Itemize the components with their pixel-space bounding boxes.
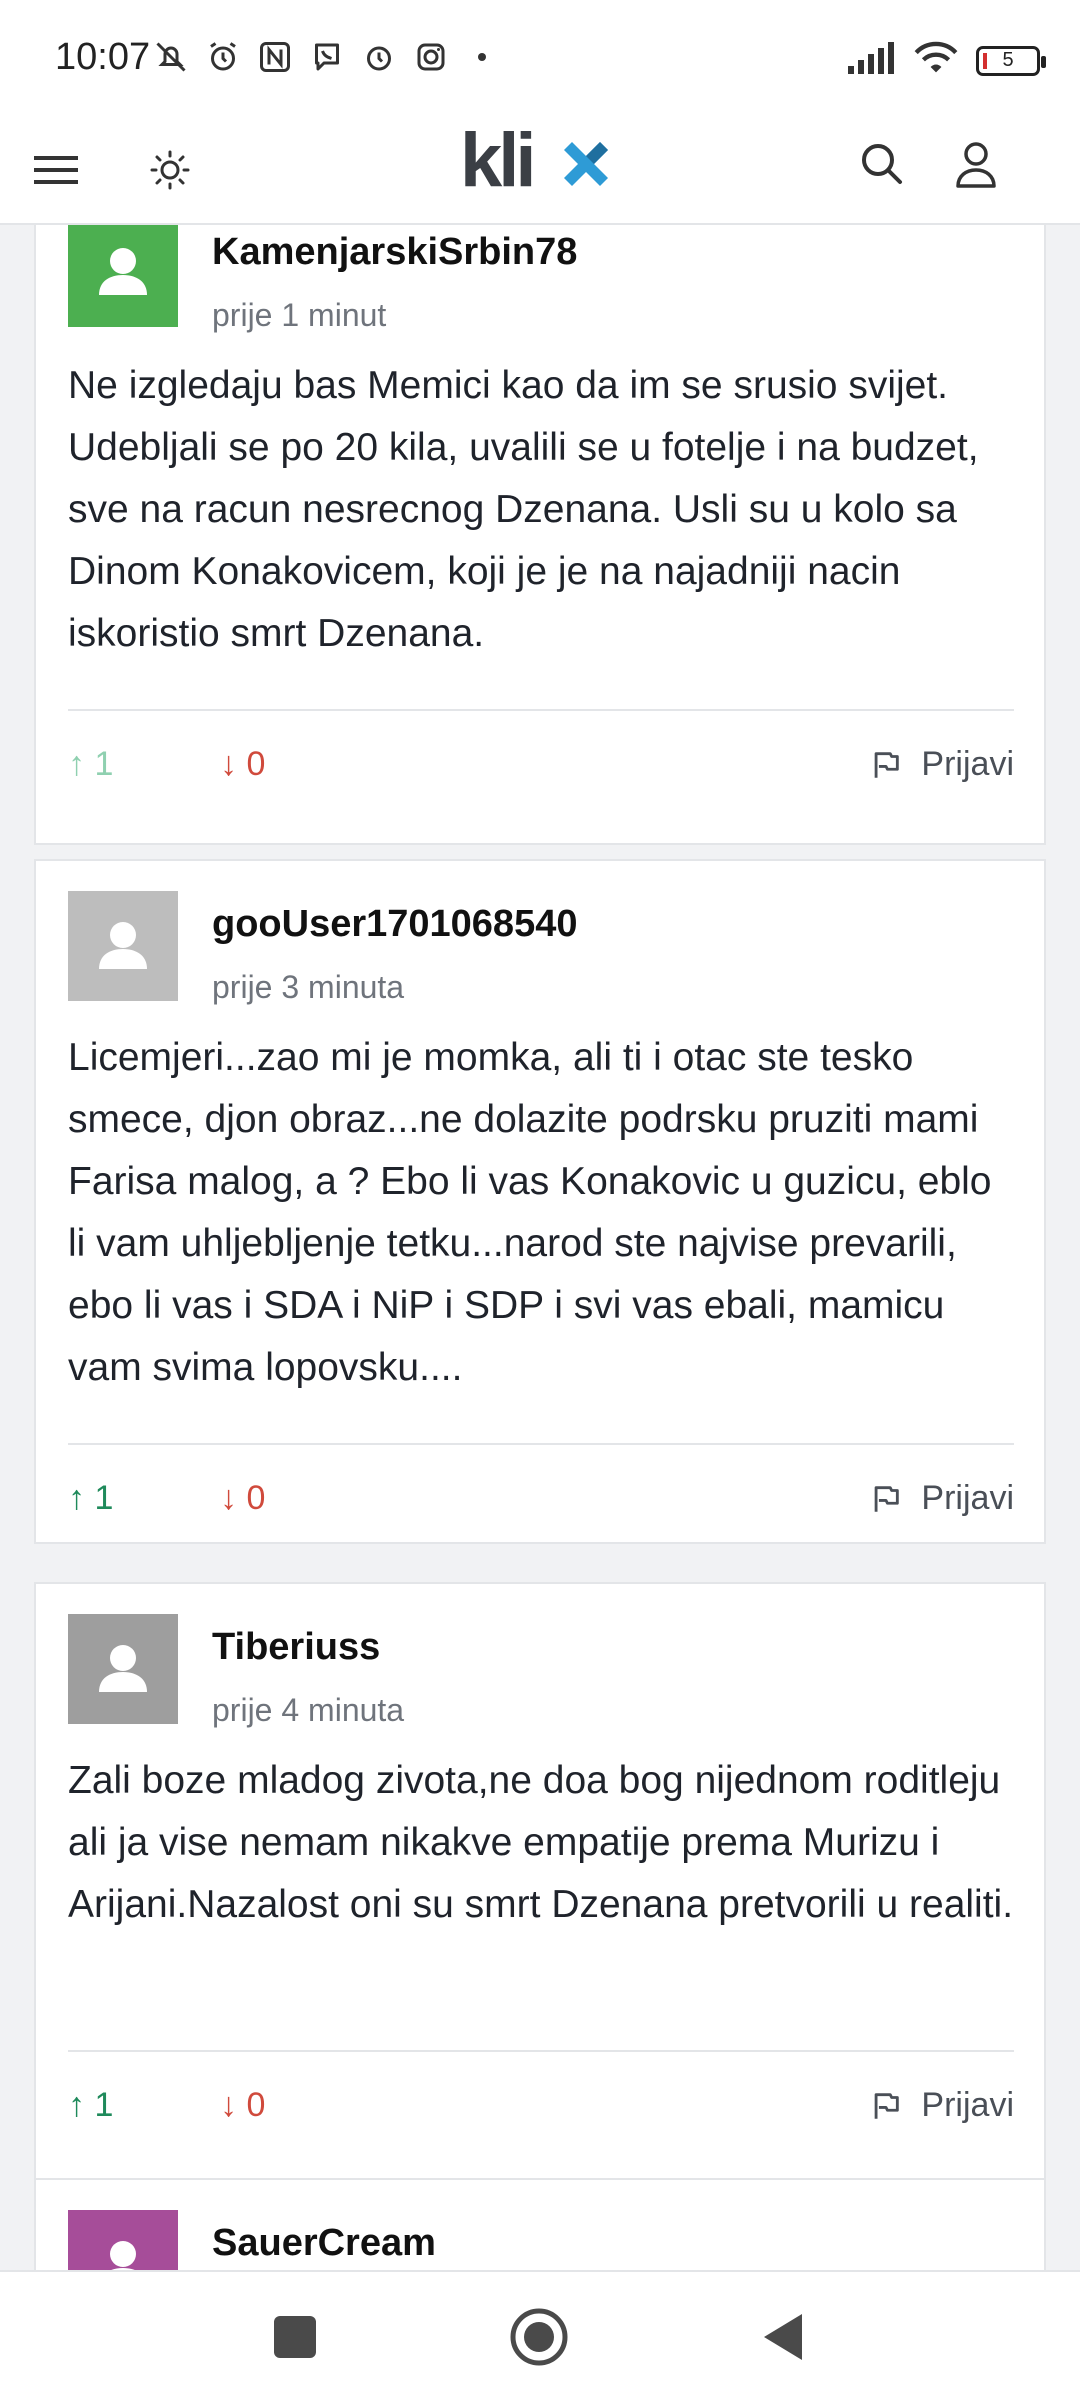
mute-icon: [152, 38, 190, 76]
comment-time: prije 3 minuta: [212, 969, 405, 1005]
battery-level: 5: [1002, 49, 1014, 71]
user-icon[interactable]: [946, 134, 1006, 194]
recents-button[interactable]: [264, 2306, 326, 2368]
avatar: [68, 2210, 178, 2270]
downvote-button[interactable]: ↓ 0: [220, 745, 265, 784]
downvote-button[interactable]: ↓ 0: [220, 2086, 265, 2125]
comment-card: KamenjarskiSrbin78 prije 1 minut Ne izgl…: [34, 225, 1046, 845]
back-button[interactable]: [752, 2306, 814, 2368]
home-button[interactable]: [508, 2306, 570, 2368]
viber-icon: [308, 38, 346, 76]
report-button[interactable]: Prijavi: [869, 2086, 1014, 2125]
comment-card: Tiberiuss prije 4 minuta Zali boze mlado…: [34, 1582, 1046, 2182]
theme-toggle-icon[interactable]: [140, 138, 200, 198]
avatar: [68, 1614, 178, 1724]
comment-actions: ↑ 1 ↓ 0 Prijavi: [68, 2086, 1014, 2146]
avatar: [68, 225, 178, 327]
notification-icons: [152, 38, 486, 76]
status-bar: 10:07 5: [0, 0, 1080, 110]
comment-divider: [68, 2050, 1014, 2052]
nfc-icon: [256, 38, 294, 76]
comment-text: Licemjeri...zao mi je momka, ali ti i ot…: [68, 1036, 992, 1389]
upvote-button[interactable]: ↑ 1: [68, 745, 113, 784]
avatar-placeholder-icon: [68, 2210, 178, 2270]
report-label: Prijavi: [921, 745, 1014, 783]
square-icon: [274, 2316, 316, 2358]
comment-divider: [68, 709, 1014, 711]
battery-low-indicator: [983, 52, 987, 69]
avatar-placeholder-icon: [68, 891, 178, 1001]
comment-time: prije 4 minuta: [212, 1692, 405, 1728]
comment-username[interactable]: SauerCream: [212, 2222, 436, 2265]
comment-username[interactable]: Tiberiuss: [212, 1626, 380, 1669]
comment-card: SauerCream: [34, 2178, 1046, 2270]
menu-icon[interactable]: [30, 138, 90, 198]
comment-username[interactable]: gooUser1701068540: [212, 903, 577, 946]
alarm-icon: [204, 38, 242, 76]
flag-icon: [875, 2092, 900, 2119]
comment-actions: ↑ 1 ↓ 0 Prijavi: [68, 1479, 1014, 1539]
system-icons: 5: [846, 40, 1046, 81]
alarm-icon: [360, 38, 398, 76]
app-header: kli: [0, 110, 1080, 225]
avatar-placeholder-icon: [68, 1614, 178, 1724]
flag-icon: [875, 751, 900, 778]
upvote-button[interactable]: ↑ 1: [68, 2086, 113, 2125]
comment-text: Zali boze mladog zivota,ne doa bog nijed…: [68, 1759, 1014, 1926]
signal-icon: [846, 40, 896, 81]
downvote-button[interactable]: ↓ 0: [220, 1479, 265, 1518]
avatar: [68, 891, 178, 1001]
status-time: 10:07: [55, 36, 151, 78]
svg-text:kli: kli: [460, 124, 533, 203]
report-button[interactable]: Prijavi: [869, 745, 1014, 784]
report-label: Prijavi: [921, 2086, 1014, 2124]
battery-icon: 5: [976, 45, 1046, 76]
comment-time: prije 1 minut: [212, 297, 387, 333]
wifi-icon: [914, 40, 958, 81]
comment-card: gooUser1701068540 prije 3 minuta Licemje…: [34, 859, 1046, 1544]
comment-divider: [68, 1443, 1014, 1445]
search-icon[interactable]: [852, 134, 912, 194]
instagram-icon: [412, 38, 450, 76]
flag-icon: [875, 1485, 900, 1512]
report-button[interactable]: Prijavi: [869, 1479, 1014, 1518]
comment-text: Ne izgledaju bas Memici kao da im se sru…: [68, 364, 979, 655]
back-triangle-icon: [764, 2314, 802, 2360]
klix-logo[interactable]: kli: [460, 118, 620, 204]
more-notifications-dot: [478, 53, 486, 61]
system-navigation-bar: [0, 2270, 1080, 2400]
upvote-button[interactable]: ↑ 1: [68, 1479, 113, 1518]
avatar-placeholder-icon: [68, 225, 178, 327]
comments-list: KamenjarskiSrbin78 prije 1 minut Ne izgl…: [0, 225, 1080, 2270]
comment-actions: ↑ 1 ↓ 0 Prijavi: [68, 745, 1014, 805]
home-circle-icon: [510, 2308, 568, 2366]
report-label: Prijavi: [921, 1479, 1014, 1517]
comment-username[interactable]: KamenjarskiSrbin78: [212, 231, 577, 274]
